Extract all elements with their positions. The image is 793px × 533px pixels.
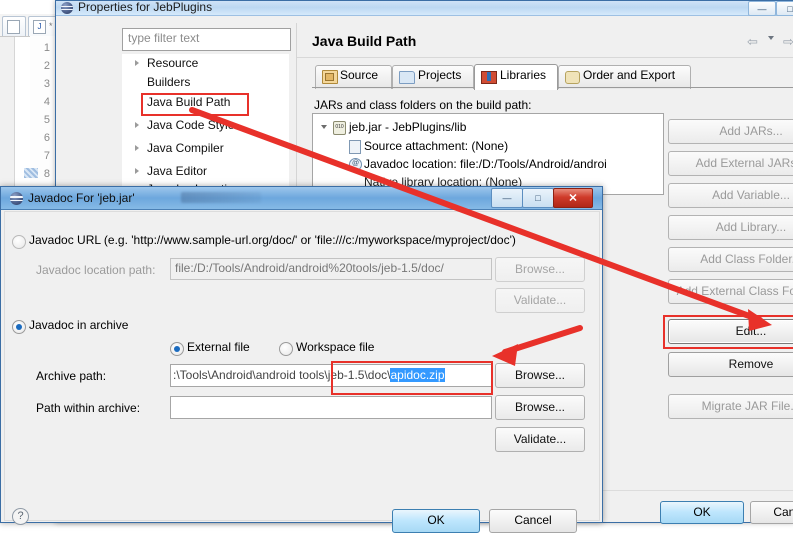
highlight-box-edit-button (663, 315, 793, 349)
eclipse-globe-icon (61, 2, 73, 14)
minimize-icon: — (757, 3, 767, 14)
properties-title-bar[interactable]: Properties for JebPlugins — □ ✕ (56, 0, 793, 16)
javadoc-cancel-button[interactable]: Cancel (489, 509, 577, 533)
archive-path-browse-button[interactable]: Browse... (495, 363, 585, 388)
tab-dirty-marker: * (49, 21, 53, 31)
order-export-icon (565, 71, 580, 84)
line-number: 4 (43, 96, 50, 108)
external-file-radio[interactable] (170, 342, 184, 356)
line-number: 7 (43, 150, 50, 162)
path-within-archive-browse-button[interactable]: Browse... (495, 395, 585, 420)
workspace-file-label: Workspace file (296, 340, 375, 354)
javadoc-minimize-button[interactable]: — (491, 188, 523, 208)
workspace-file-radio[interactable] (279, 342, 293, 356)
highlight-box-java-build-path (141, 93, 249, 116)
javadoc-title-bar[interactable]: Javadoc For 'jeb.jar' — □ ✕ (1, 187, 602, 210)
tree-row-source-attachment[interactable]: Source attachment: (None) (364, 139, 508, 153)
properties-dialog-title: Properties for JebPlugins (78, 0, 213, 14)
close-icon: ✕ (568, 192, 578, 205)
maximize-icon: □ (787, 3, 793, 14)
jar-icon (333, 121, 346, 135)
filter-placeholder: type filter text (128, 31, 200, 45)
migrate-jar-file-button[interactable]: Migrate JAR File... (668, 394, 793, 419)
editor-selection-marker (24, 168, 38, 178)
page-title: Java Build Path (312, 33, 417, 49)
external-file-label: External file (187, 340, 250, 354)
back-arrow-icon[interactable]: ⇦ (747, 34, 758, 50)
add-library-button[interactable]: Add Library... (668, 215, 793, 240)
java-file-icon (7, 20, 20, 34)
tree-expand-arrow-icon[interactable] (321, 125, 327, 129)
line-number: 6 (43, 132, 50, 144)
tab-order-and-export-label: Order and Export (583, 68, 676, 82)
javadoc-url-radio[interactable] (12, 235, 26, 249)
javadoc-url-browse-button[interactable]: Browse... (495, 257, 585, 282)
tree-row-javadoc-location[interactable]: Javadoc location: file:/D:/Tools/Android… (364, 157, 607, 171)
restore-icon: □ (535, 193, 541, 203)
javadoc-close-button[interactable]: ✕ (553, 188, 593, 208)
libraries-books-icon (481, 71, 497, 84)
line-number: 3 (43, 78, 50, 90)
chevron-right-icon[interactable] (135, 122, 139, 128)
projects-folder-icon (399, 71, 415, 84)
javadoc-location-path-value: file:/D:/Tools/Android/android%20tools/j… (175, 261, 444, 275)
add-external-jars-button[interactable]: Add External JARs... (668, 151, 793, 176)
sidebar-item-java-editor[interactable]: Java Editor (147, 164, 207, 178)
javadoc-location-path-label: Javadoc location path: (36, 263, 156, 277)
line-number: 5 (43, 114, 50, 126)
properties-minimize-button[interactable]: — (748, 1, 776, 16)
highlight-box-archive-filename (331, 361, 493, 395)
javadoc-url-validate-button[interactable]: Validate... (495, 288, 585, 313)
java-file-icon: J (33, 20, 46, 34)
chevron-right-icon[interactable] (135, 60, 139, 66)
tab-source-label: Source (340, 68, 379, 82)
sidebar-item-java-compiler[interactable]: Java Compiler (147, 141, 224, 155)
archive-validate-button[interactable]: Validate... (495, 427, 585, 452)
page-title-separator (297, 57, 793, 58)
sidebar-item-resource[interactable]: Resource (147, 56, 198, 70)
tab-projects-label: Projects (418, 68, 462, 82)
sidebar-item-java-code-style[interactable]: Java Code Style (147, 118, 234, 132)
tree-row-jar[interactable]: jeb.jar - JebPlugins/lib (349, 120, 466, 134)
javadoc-dialog-title: Javadoc For 'jeb.jar' (28, 191, 135, 205)
line-number: 1 (43, 42, 50, 54)
forward-arrow-icon[interactable]: ⇨ (783, 34, 793, 50)
path-within-archive-input[interactable] (170, 396, 492, 419)
source-attachment-icon (349, 140, 361, 154)
jars-section-label: JARs and class folders on the build path… (314, 98, 532, 112)
back-history-caret-icon[interactable] (768, 36, 774, 40)
javadoc-restore-button[interactable]: □ (522, 188, 554, 208)
add-external-class-folder-button[interactable]: Add External Class Folder... (668, 279, 793, 304)
archive-path-label: Archive path: (36, 369, 107, 383)
path-within-archive-label: Path within archive: (36, 401, 141, 415)
javadoc-url-label: Javadoc URL (e.g. 'http://www.sample-url… (29, 233, 516, 247)
chevron-right-icon[interactable] (135, 145, 139, 151)
source-folder-icon (322, 70, 338, 84)
javadoc-ok-button[interactable]: OK (392, 509, 480, 533)
chevron-right-icon[interactable] (135, 168, 139, 174)
javadoc-icon: @ (349, 158, 362, 171)
javadoc-in-archive-radio[interactable] (12, 320, 26, 334)
add-jars-button[interactable]: Add JARs... (668, 119, 793, 144)
properties-maximize-button[interactable]: □ (776, 1, 793, 16)
editor-tab-inactive[interactable] (2, 16, 26, 36)
remove-button[interactable]: Remove (668, 352, 793, 377)
tab-libraries-label: Libraries (500, 68, 547, 82)
eclipse-globe-icon (10, 192, 23, 205)
add-variable-button[interactable]: Add Variable... (668, 183, 793, 208)
help-icon[interactable]: ? (12, 508, 29, 525)
title-bar-ghost-text (181, 192, 261, 203)
sidebar-item-builders[interactable]: Builders (147, 75, 190, 89)
add-class-folder-button[interactable]: Add Class Folder... (668, 247, 793, 272)
line-number: 2 (43, 60, 50, 72)
minimize-icon: — (502, 193, 512, 203)
javadoc-in-archive-label: Javadoc in archive (29, 318, 129, 332)
